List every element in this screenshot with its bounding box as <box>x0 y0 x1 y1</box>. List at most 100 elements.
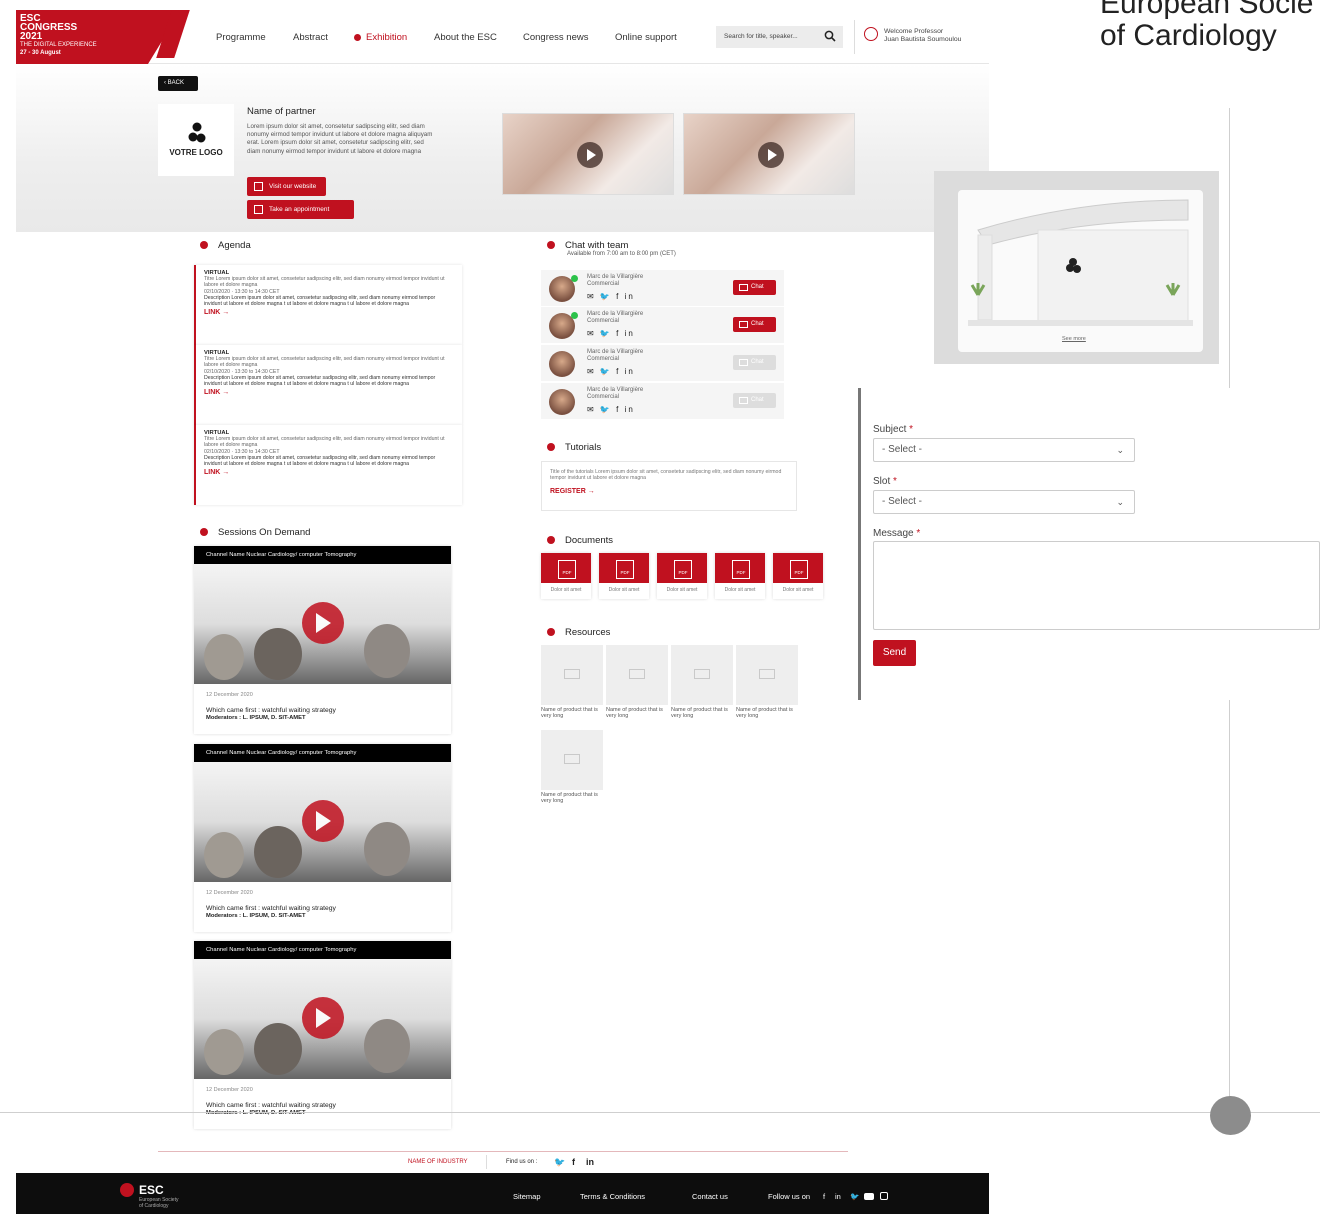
booth-render: See more <box>958 190 1203 352</box>
resource-thumbnail[interactable] <box>541 730 603 790</box>
session-moderators: Moderators : L. IPSUM, D. SIT-AMET <box>206 913 306 919</box>
footer-brand[interactable]: ESC <box>139 1183 164 1197</box>
agenda-title: Agenda <box>218 240 251 251</box>
nav-online-support[interactable]: Online support <box>615 32 677 43</box>
resource-label[interactable]: Name of product that is very long <box>671 707 733 719</box>
linkedin-icon[interactable]: in <box>835 1192 841 1201</box>
agenda-link[interactable]: LINK → <box>204 389 454 396</box>
register-link[interactable]: REGISTER → <box>550 488 788 495</box>
member-social-icons[interactable]: ✉ 🐦 f in <box>587 367 635 376</box>
session-card[interactable]: Channel Name Nuclear Cardiology/ compute… <box>194 941 451 1129</box>
resource-thumbnail[interactable] <box>606 645 668 705</box>
member-social-icons[interactable]: ✉ 🐦 f in <box>587 329 635 338</box>
avatar <box>549 351 575 377</box>
pdf-icon <box>657 553 707 583</box>
audience-silhouette <box>364 822 410 876</box>
timeline-horizontal-line <box>0 1112 1320 1113</box>
image-placeholder-icon <box>564 669 580 679</box>
send-button[interactable]: Send <box>873 640 916 666</box>
instagram-icon[interactable] <box>880 1192 888 1200</box>
subject-select[interactable]: - Select - ⌄ <box>873 438 1135 462</box>
agenda-link[interactable]: LINK → <box>204 309 454 316</box>
nav-about[interactable]: About the ESC <box>434 32 497 43</box>
youtube-icon[interactable] <box>864 1193 874 1200</box>
nav-programme[interactable]: Programme <box>216 32 266 43</box>
visit-website-button[interactable]: Visit our website <box>247 177 327 196</box>
play-icon[interactable] <box>302 602 344 644</box>
session-channel: Channel Name Nuclear Cardiology/ compute… <box>194 744 451 762</box>
resource-thumbnail[interactable] <box>736 645 798 705</box>
facebook-icon[interactable]: f <box>823 1192 825 1201</box>
document-card[interactable]: Dolor sit amet <box>657 553 707 599</box>
document-card[interactable]: Dolor sit amet <box>715 553 765 599</box>
resources-title: Resources <box>565 627 611 638</box>
member-role: Commercial <box>587 356 620 362</box>
documents-heading: Documents <box>547 535 613 546</box>
linkedin-icon[interactable]: in <box>586 1157 594 1167</box>
chat-button[interactable]: Chat <box>733 280 776 295</box>
resource-label[interactable]: Name of product that is very long <box>541 792 603 804</box>
resource-thumbnail[interactable] <box>541 645 603 705</box>
industry-name[interactable]: NAME OF INDUSTRY <box>408 1159 468 1165</box>
resource-label[interactable]: Name of product that is very long <box>736 707 798 719</box>
agenda-item-title: Titre Lorem ipsum dolor sit amet, conset… <box>204 276 445 289</box>
twitter-icon[interactable]: 🐦 <box>554 1157 565 1168</box>
member-social-icons[interactable]: ✉ 🐦 f in <box>587 405 635 414</box>
facebook-icon[interactable]: f <box>572 1157 575 1167</box>
document-card[interactable]: Dolor sit amet <box>541 553 591 599</box>
nav-exhibition[interactable]: Exhibition <box>354 32 407 43</box>
nav-exhibition-label: Exhibition <box>366 32 408 43</box>
play-icon <box>758 142 784 168</box>
booth-link[interactable]: See more <box>1062 336 1086 342</box>
nav-congress-news[interactable]: Congress news <box>523 32 588 43</box>
search-icon[interactable] <box>824 30 836 42</box>
chat-button[interactable]: Chat <box>733 317 776 332</box>
section-dot-icon <box>547 536 555 545</box>
play-icon[interactable] <box>302 800 344 842</box>
member-name: Marc de la Villargière <box>587 311 644 317</box>
message-textarea[interactable] <box>873 541 1320 630</box>
user-icon[interactable] <box>864 27 878 41</box>
footer-sitemap-link[interactable]: Sitemap <box>513 1192 541 1201</box>
agenda-link[interactable]: LINK → <box>204 469 454 476</box>
chevron-down-icon: ⌄ <box>1116 497 1124 507</box>
video-thumbnail[interactable] <box>683 113 855 195</box>
back-button[interactable]: ‹ BACK <box>158 76 198 91</box>
member-social-icons[interactable]: ✉ 🐦 f in <box>587 292 635 301</box>
footer-contact-link[interactable]: Contact us <box>692 1192 728 1201</box>
session-card[interactable]: Channel Name Nuclear Cardiology/ compute… <box>194 546 451 734</box>
resource-label[interactable]: Name of product that is very long <box>541 707 603 719</box>
nav-abstract[interactable]: Abstract <box>293 32 328 43</box>
document-label: Dolor sit amet <box>608 587 640 593</box>
logo-line4: THE DIGITAL EXPERIENCE <box>20 42 97 48</box>
header-divider <box>854 20 855 54</box>
document-card[interactable]: Dolor sit amet <box>599 553 649 599</box>
twitter-icon[interactable]: 🐦 <box>850 1192 859 1201</box>
welcome-text[interactable]: Welcome Professor Juan Bautista Soumoulo… <box>884 28 961 44</box>
play-icon[interactable] <box>302 997 344 1039</box>
chat-heading: Chat with team <box>547 240 628 251</box>
brand-line1: European Socie <box>1100 0 1314 20</box>
document-label: Dolor sit amet <box>724 587 756 593</box>
resource-thumbnail[interactable] <box>671 645 733 705</box>
slot-select[interactable]: - Select - ⌄ <box>873 490 1135 514</box>
session-channel: Channel Name Nuclear Cardiology/ compute… <box>194 546 451 564</box>
session-image <box>194 762 451 882</box>
session-channel: Channel Name Nuclear Cardiology/ compute… <box>194 941 451 959</box>
session-moderators: Moderators : L. IPSUM, D. SIT-AMET <box>206 1110 306 1116</box>
session-card[interactable]: Channel Name Nuclear Cardiology/ compute… <box>194 744 451 932</box>
team-member-row: Marc de la Villargière Commercial ✉ 🐦 f i… <box>541 345 784 381</box>
take-appointment-button[interactable]: Take an appointment <box>247 200 354 219</box>
session-image <box>194 564 451 684</box>
audience-silhouette <box>204 634 244 680</box>
agenda-description: Description Lorem ipsum dolor sit amet, … <box>204 294 436 308</box>
video-thumbnail[interactable] <box>502 113 674 195</box>
resource-label[interactable]: Name of product that is very long <box>606 707 668 719</box>
chat-button-disabled: Chat <box>733 355 776 370</box>
tutorial-text: Title of the tutorials Lorem ipsum dolor… <box>550 469 782 482</box>
footer-terms-link[interactable]: Terms & Conditions <box>580 1192 645 1201</box>
documents-title: Documents <box>565 535 614 546</box>
agenda-item-title: Titre Lorem ipsum dolor sit amet, conset… <box>204 436 445 449</box>
document-card[interactable]: Dolor sit amet <box>773 553 823 599</box>
sessions-heading: Sessions On Demand <box>200 527 310 538</box>
